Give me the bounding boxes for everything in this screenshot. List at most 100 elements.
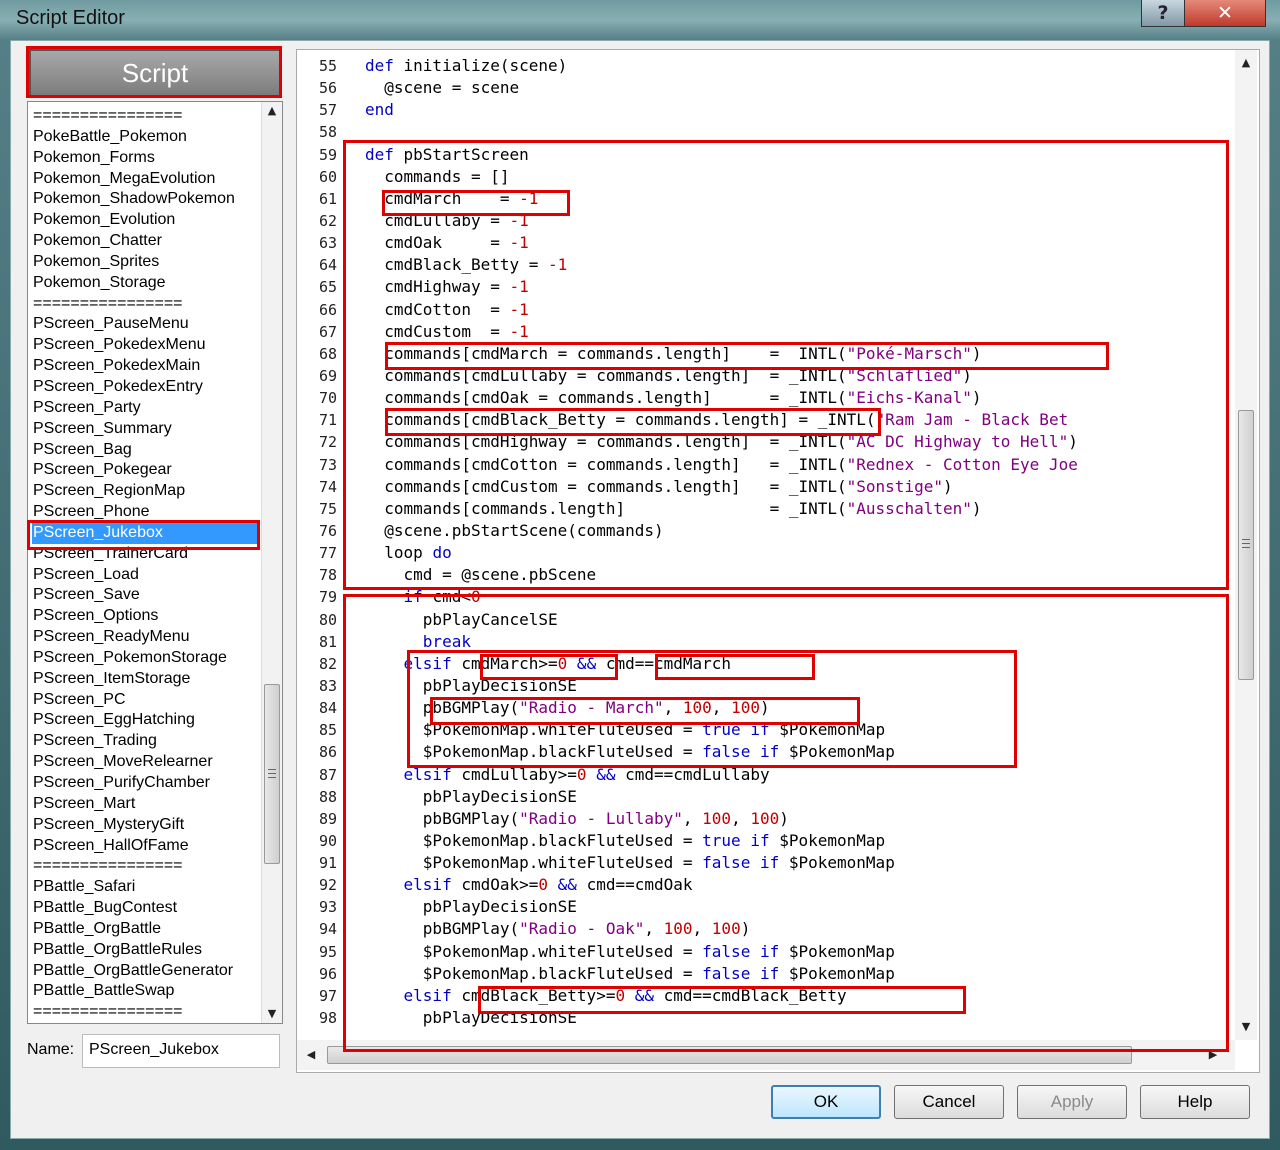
code-line[interactable]: cmdOak = -1 [365, 232, 1225, 254]
scrollbar-thumb[interactable] [327, 1046, 1132, 1064]
help-icon[interactable]: ? [1141, 0, 1185, 27]
help-button[interactable]: Help [1140, 1085, 1250, 1119]
scrollbar-thumb[interactable] [264, 684, 280, 864]
code-line[interactable]: commands[cmdLullaby = commands.length] =… [365, 365, 1225, 387]
code-editor[interactable]: 55 56 57 58 59 60 61 62 63 64 65 66 67 68 69 70 71 72 73 74… [296, 49, 1260, 1073]
script-list-item[interactable]: PScreen_Phone [32, 502, 258, 523]
script-list-item[interactable]: PScreen_PokemonStorage [32, 648, 258, 669]
code-line[interactable]: $PokemonMap.blackFluteUsed = true if $Po… [365, 830, 1225, 852]
code-line[interactable]: commands[cmdOak = commands.length] = _IN… [365, 387, 1225, 409]
script-list-item[interactable]: PBattle_OrgBattleRules [32, 940, 258, 961]
code-line[interactable]: pbBGMPlay("Radio - March", 100, 100) [365, 697, 1225, 719]
code-line[interactable]: commands[cmdMarch = commands.length] = I… [365, 343, 1225, 365]
script-list-item[interactable]: PScreen_Mart [32, 794, 258, 815]
cancel-button[interactable]: Cancel [894, 1085, 1004, 1119]
code-line[interactable]: pbPlayCancelSE [365, 609, 1225, 631]
close-icon[interactable]: ✕ [1184, 0, 1266, 27]
script-list-item[interactable]: PScreen_Party [32, 398, 258, 419]
code-line[interactable]: commands[cmdBlack_Betty = commands.lengt… [365, 409, 1225, 431]
code-line[interactable]: cmdCustom = -1 [365, 321, 1225, 343]
code-line[interactable]: pbPlayDecisionSE [365, 896, 1225, 918]
scrollbar-thumb[interactable] [1238, 410, 1254, 680]
code-line[interactable]: $PokemonMap.whiteFluteUsed = false if $P… [365, 852, 1225, 874]
code-line[interactable]: pbBGMPlay("Radio - Oak", 100, 100) [365, 918, 1225, 940]
code-line[interactable]: @scene.pbStartScene(commands) [365, 520, 1225, 542]
code-line[interactable]: $PokemonMap.blackFluteUsed = false if $P… [365, 741, 1225, 763]
script-list-item[interactable]: PBattle_Safari [32, 877, 258, 898]
script-list-item[interactable]: Pokemon_Storage [32, 273, 258, 294]
code-line[interactable]: pbPlayDecisionSE [365, 786, 1225, 808]
scroll-right-icon[interactable]: ▶ [1203, 1046, 1223, 1064]
code-area[interactable]: def initialize(scene) @scene = scene end d… [365, 55, 1225, 1029]
script-list-item[interactable]: Pokemon_Forms [32, 148, 258, 169]
script-list-item[interactable]: Pokemon_Evolution [32, 210, 258, 231]
script-list-item[interactable]: PScreen_RegionMap [32, 481, 258, 502]
script-list-item[interactable]: ================ [32, 106, 258, 127]
name-field[interactable]: PScreen_Jukebox [82, 1034, 280, 1068]
script-list-item[interactable]: PBattle_BattleSwap [32, 981, 258, 1002]
script-list-item[interactable]: PScreen_PurifyChamber [32, 773, 258, 794]
script-list-item[interactable]: Pokemon_ShadowPokemon [32, 189, 258, 210]
code-line[interactable]: @scene = scene [365, 77, 1225, 99]
code-line[interactable]: commands[cmdCustom = commands.length] = … [365, 476, 1225, 498]
script-list-item[interactable]: PScreen_Pokegear [32, 460, 258, 481]
scroll-down-icon[interactable]: ▼ [262, 1005, 282, 1023]
script-list-item[interactable]: PScreen_PokedexEntry [32, 377, 258, 398]
script-list-item[interactable]: PBattle_BugContest [32, 898, 258, 919]
script-list-item[interactable]: Pokemon_Sprites [32, 252, 258, 273]
script-list-item[interactable]: PScreen_EggHatching [32, 710, 258, 731]
code-line[interactable]: elsif cmdLullaby>=0 && cmd==cmdLullaby [365, 764, 1225, 786]
script-list-item[interactable]: PScreen_MysteryGift [32, 815, 258, 836]
script-list-item[interactable]: PScreen_PokedexMenu [32, 335, 258, 356]
code-line[interactable]: pbPlayDecisionSE [365, 675, 1225, 697]
code-line[interactable]: loop do [365, 542, 1225, 564]
code-line[interactable]: cmdBlack_Betty = -1 [365, 254, 1225, 276]
editor-horizontal-scrollbar[interactable]: ◀ ▶ [297, 1040, 1235, 1070]
apply-button[interactable]: Apply [1017, 1085, 1127, 1119]
ok-button[interactable]: OK [771, 1085, 881, 1119]
code-line[interactable]: pbBGMPlay("Radio - Lullaby", 100, 100) [365, 808, 1225, 830]
script-list-item[interactable]: PScreen_Trading [32, 731, 258, 752]
scroll-left-icon[interactable]: ◀ [301, 1046, 321, 1064]
code-line[interactable]: cmdLullaby = -1 [365, 210, 1225, 232]
code-line[interactable]: elsif cmdOak>=0 && cmd==cmdOak [365, 874, 1225, 896]
code-line[interactable]: elsif cmdMarch>=0 && cmd==cmdMarch [365, 653, 1225, 675]
code-line[interactable]: cmdCotton = -1 [365, 299, 1225, 321]
script-list-item[interactable]: PScreen_PokedexMain [32, 356, 258, 377]
code-line[interactable]: $PokemonMap.blackFluteUsed = false if $P… [365, 963, 1225, 985]
script-list-item[interactable]: PScreen_HallOfFame [32, 836, 258, 857]
script-list-item[interactable]: PBattle_OrgBattleGenerator [32, 961, 258, 982]
script-list-item[interactable]: ================ [32, 856, 258, 877]
script-list-item[interactable]: PScreen_TrainerCard [32, 544, 258, 565]
code-line[interactable]: if cmd<0 [365, 586, 1225, 608]
code-line[interactable]: $PokemonMap.whiteFluteUsed = false if $P… [365, 941, 1225, 963]
code-line[interactable] [365, 121, 1225, 143]
code-line[interactable]: def pbStartScreen [365, 144, 1225, 166]
code-line[interactable]: $PokemonMap.whiteFluteUsed = true if $Po… [365, 719, 1225, 741]
code-line[interactable]: elsif cmdBlack_Betty>=0 && cmd==cmdBlack… [365, 985, 1225, 1007]
script-list-item[interactable]: PScreen_ReadyMenu [32, 627, 258, 648]
script-list-item[interactable]: PScreen_Load [32, 565, 258, 586]
script-list-item[interactable]: PScreen_Jukebox [32, 522, 258, 544]
script-list-item[interactable]: PScreen_MoveRelearner [32, 752, 258, 773]
script-list-item[interactable]: PScreen_Bag [32, 440, 258, 461]
script-list-item[interactable]: PScreen_ItemStorage [32, 669, 258, 690]
script-list-scrollbar[interactable]: ▲ ▼ [261, 102, 282, 1023]
script-list-item[interactable]: ================ [32, 294, 258, 315]
scroll-up-icon[interactable]: ▲ [262, 102, 282, 120]
code-line[interactable]: commands[cmdHighway = commands.length] =… [365, 431, 1225, 453]
script-list-item[interactable]: PBattle_OrgBattle [32, 919, 258, 940]
scroll-up-icon[interactable]: ▲ [1236, 54, 1256, 72]
script-list-item[interactable]: ================ [32, 1002, 258, 1023]
code-line[interactable]: end [365, 99, 1225, 121]
editor-vertical-scrollbar[interactable]: ▲ ▼ [1235, 50, 1257, 1040]
code-line[interactable]: def initialize(scene) [365, 55, 1225, 77]
script-list-item[interactable]: PScreen_Save [32, 585, 258, 606]
script-list[interactable]: ================ PokeBattle_Pokemon Pokemo… [27, 101, 283, 1024]
script-list-item[interactable]: Pokemon_MegaEvolution [32, 169, 258, 190]
script-list-item[interactable]: PScreen_PC [32, 690, 258, 711]
script-list-item[interactable]: PScreen_Summary [32, 419, 258, 440]
script-list-item[interactable]: PokeBattle_Pokemon [32, 127, 258, 148]
code-line[interactable]: commands[cmdCotton = commands.length] = … [365, 454, 1225, 476]
code-line[interactable]: commands = [] [365, 166, 1225, 188]
